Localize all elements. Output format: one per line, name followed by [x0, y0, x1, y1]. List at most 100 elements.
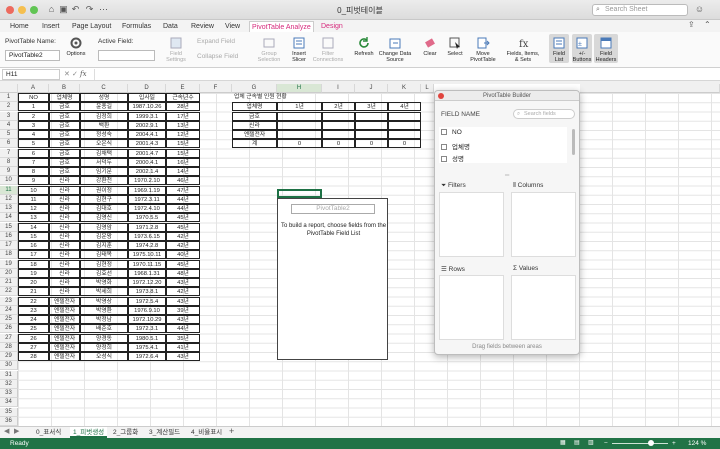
selected-cell-h11[interactable]: [277, 189, 322, 198]
name-box[interactable]: H11: [2, 69, 60, 80]
row-header[interactable]: 19: [0, 259, 18, 269]
summary-cell[interactable]: [277, 120, 322, 130]
row-header[interactable]: 21: [0, 278, 18, 287]
employee-table-cell[interactable]: 엔젤전자: [49, 342, 80, 352]
employee-table-cell[interactable]: 김현정: [80, 259, 128, 269]
employee-table-cell[interactable]: 6: [18, 148, 49, 158]
summary-header-cell[interactable]: 2년: [322, 102, 355, 112]
plus-minus-buttons-button[interactable]: ± +/- Buttons: [572, 34, 592, 63]
employee-table-cell[interactable]: 15년: [166, 139, 200, 149]
employee-table-cell[interactable]: 5: [18, 139, 49, 149]
employee-table-cell[interactable]: 45년: [166, 259, 200, 269]
tab-pivottable-analyze[interactable]: PivotTable Analyze: [249, 21, 314, 32]
employee-table-cell[interactable]: 43년: [166, 296, 200, 306]
employee-table-cell[interactable]: 강환천: [80, 176, 128, 186]
normal-view-icon[interactable]: ▦: [560, 438, 566, 449]
sheet-tab-2[interactable]: 2_그룹화: [110, 427, 141, 438]
employee-table-cell[interactable]: 45년: [166, 213, 200, 223]
employee-table-cell[interactable]: 18: [18, 259, 49, 269]
employee-table-cell[interactable]: 엔젤전자: [49, 324, 80, 334]
page-break-view-icon[interactable]: ▥: [588, 438, 594, 449]
col-header-d[interactable]: D: [128, 84, 166, 93]
builder-close-button[interactable]: [438, 93, 444, 99]
col-header-f[interactable]: F: [200, 84, 232, 93]
employee-table-cell[interactable]: 1999.3.1: [128, 111, 166, 121]
tab-review[interactable]: Review: [189, 21, 216, 32]
employee-table-cell[interactable]: 9: [18, 176, 49, 186]
employee-table-header[interactable]: 성명: [80, 93, 128, 102]
row-header[interactable]: 23: [0, 296, 18, 306]
employee-table-cell[interactable]: 박영화: [80, 278, 128, 287]
employee-table-cell[interactable]: 22: [18, 296, 49, 306]
employee-table-cell[interactable]: 42년: [166, 287, 200, 297]
employee-table-cell[interactable]: 2000.4.1: [128, 157, 166, 167]
builder-header[interactable]: PivotTable Builder: [435, 91, 579, 101]
employee-table-cell[interactable]: 43년: [166, 278, 200, 287]
col-header-j[interactable]: J: [355, 84, 388, 93]
row-header[interactable]: 34: [0, 398, 18, 408]
next-sheet-icon[interactable]: ▶: [14, 427, 19, 435]
employee-table-cell[interactable]: 신라: [49, 287, 80, 297]
employee-table-cell[interactable]: 신라: [49, 241, 80, 250]
employee-table-cell[interactable]: 1972.10.29: [128, 315, 166, 324]
employee-table-cell[interactable]: 김운왕: [80, 231, 128, 241]
col-header-i[interactable]: I: [322, 84, 355, 93]
zoom-in-button[interactable]: +: [672, 438, 676, 449]
employee-table-cell[interactable]: 오성식: [80, 352, 128, 361]
collapse-field-button[interactable]: Collapse Field: [197, 53, 238, 60]
employee-table-cell[interactable]: 19: [18, 268, 49, 278]
formula-input[interactable]: [94, 69, 714, 80]
employee-table-cell[interactable]: 신라: [49, 204, 80, 213]
move-pivottable-button[interactable]: Move PivotTable: [468, 36, 498, 63]
employee-table-cell[interactable]: 1972.4.10: [128, 204, 166, 213]
employee-table-cell[interactable]: 3: [18, 120, 49, 130]
employee-table-cell[interactable]: 42년: [166, 241, 200, 250]
row-header[interactable]: 32: [0, 379, 18, 389]
employee-table-cell[interactable]: 43년: [166, 315, 200, 324]
search-sheet-input[interactable]: ⌕ Search Sheet: [592, 4, 688, 16]
row-header[interactable]: 17: [0, 241, 18, 250]
employee-table-cell[interactable]: 정성숙: [80, 130, 128, 139]
enter-icon[interactable]: ✓: [72, 70, 78, 78]
employee-table-cell[interactable]: 오은식: [80, 139, 128, 149]
summary-total-cell[interactable]: 0: [355, 139, 388, 149]
employee-table-cell[interactable]: 엔젤전자: [49, 296, 80, 306]
row-header[interactable]: 8: [0, 157, 18, 167]
employee-table-cell[interactable]: 42년: [166, 231, 200, 241]
employee-table-cell[interactable]: 20: [18, 278, 49, 287]
summary-total-cell[interactable]: 0: [388, 139, 421, 149]
filter-connections-button[interactable]: Filter Connections: [312, 36, 344, 63]
employee-table-cell[interactable]: 금호: [49, 111, 80, 121]
summary-header-cell[interactable]: 3년: [355, 102, 388, 112]
tab-data[interactable]: Data: [161, 21, 180, 32]
employee-table-cell[interactable]: 서덕두: [80, 157, 128, 167]
employee-table-header[interactable]: 입사일: [128, 93, 166, 102]
employee-table-cell[interactable]: 신라: [49, 250, 80, 260]
employee-table-cell[interactable]: 46년: [166, 176, 200, 186]
insert-slicer-button[interactable]: Insert Slicer: [286, 36, 312, 63]
row-header[interactable]: 31: [0, 370, 18, 380]
employee-table-cell[interactable]: 2004.4.1: [128, 130, 166, 139]
employee-table-cell[interactable]: 2002.1.4: [128, 167, 166, 176]
summary-cell[interactable]: [355, 120, 388, 130]
prev-sheet-icon[interactable]: ◀: [4, 427, 9, 435]
tab-view[interactable]: View: [223, 21, 242, 32]
employee-table-cell[interactable]: 신라: [49, 222, 80, 232]
employee-table-cell[interactable]: 김대호: [80, 204, 128, 213]
row-header[interactable]: 20: [0, 268, 18, 278]
summary-header-cell[interactable]: 4년: [388, 102, 421, 112]
summary-total-label[interactable]: 계: [232, 139, 277, 149]
employee-table-cell[interactable]: 27: [18, 342, 49, 352]
employee-table-cell[interactable]: 양경동: [80, 333, 128, 343]
options-button[interactable]: Options: [64, 36, 88, 57]
employee-table-cell[interactable]: 1972.5.4: [128, 296, 166, 306]
employee-table-cell[interactable]: 1974.2.8: [128, 241, 166, 250]
employee-table-cell[interactable]: 44년: [166, 324, 200, 334]
employee-table-cell[interactable]: 박정남: [80, 315, 128, 324]
summary-row-label[interactable]: 엔젤전자: [232, 130, 277, 139]
row-header[interactable]: 9: [0, 167, 18, 176]
employee-table-cell[interactable]: 15년: [166, 148, 200, 158]
employee-table-cell[interactable]: 35년: [166, 333, 200, 343]
employee-table-cell[interactable]: 2: [18, 111, 49, 121]
employee-table-cell[interactable]: 1968.1.31: [128, 268, 166, 278]
